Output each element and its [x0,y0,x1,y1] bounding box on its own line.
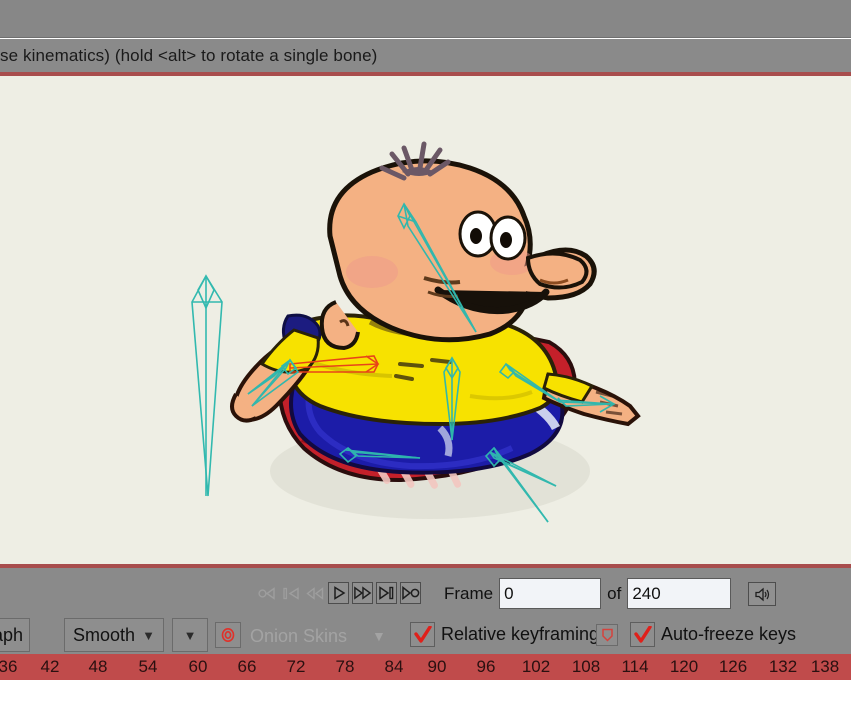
relative-keyframing-checkbox[interactable] [410,622,435,647]
onion-skin-toggle-button[interactable] [215,622,241,648]
timeline-tick: 36 [0,657,18,676]
interpolation-label: Smooth [73,624,136,645]
timeline-tick: 66 [237,657,257,676]
interpolation-extra-dropdown[interactable]: ▼ [172,618,208,652]
loop-play-button[interactable] [400,582,421,604]
go-to-end-button[interactable] [376,582,397,604]
transport-controls [256,582,421,604]
onion-skins-label: Onion Skins [250,626,348,646]
auto-freeze-keys-checkbox-group[interactable]: Auto-freeze keys [630,622,796,647]
status-message: se kinematics) (hold <alt> to rotate a s… [0,45,378,65]
status-bar: se kinematics) (hold <alt> to rotate a s… [0,39,851,72]
right-triangle-circle-icon [402,586,420,600]
timeline-tick: 72 [286,657,306,676]
step-back-button[interactable] [304,582,325,604]
play-triangle-icon [333,586,345,600]
shield-freeze-icon [601,628,613,642]
timeline-tick: 114 [621,657,649,676]
animation-editor-window: se kinematics) (hold <alt> to rotate a s… [0,0,851,728]
loop-to-start-button[interactable] [256,582,277,604]
right-triangle-bar-icon [378,586,393,600]
timeline-tick: 42 [40,657,60,676]
frame-label: Frame [444,583,494,603]
double-left-triangle-icon [305,586,323,600]
auto-freeze-keys-checkbox[interactable] [630,622,655,647]
fast-forward-button[interactable] [352,582,373,604]
circle-left-triangle-icon [257,586,275,600]
character-artwork [191,141,641,523]
auto-freeze-keys-label: Auto-freeze keys [661,624,797,644]
timeline-ruler[interactable]: 36 42 48 54 60 66 72 78 84 90 96 102 108 114 120 126 132… [0,654,851,680]
onion-ring-icon [221,628,235,642]
timeline-tick: 108 [571,657,601,676]
checkmark-icon [413,625,432,643]
timeline-tick: 48 [88,657,108,676]
timeline-tick: 132 [768,657,798,676]
graph-button-label: aph [0,624,23,645]
timeline-tick: 96 [476,657,496,676]
frame-input[interactable]: 0 [499,578,602,609]
frame-controls: Frame 0 of 240 [444,578,732,609]
timeline-tick: 84 [384,657,404,676]
go-to-start-button[interactable] [280,582,301,604]
double-right-triangle-icon [354,586,372,600]
timeline-tick: 102 [521,657,551,676]
relative-keyframing-checkbox-group[interactable]: Relative keyframing [410,622,599,647]
play-button[interactable] [328,582,349,604]
animation-canvas[interactable] [0,76,851,564]
total-frames-input[interactable]: 240 [627,578,732,609]
timeline-tick: 54 [138,657,158,676]
bone-free [191,274,223,497]
timeline-tick: 126 [718,657,748,676]
sound-toggle-button[interactable] [748,582,776,606]
timeline-tick: 138 [810,657,840,676]
top-chrome-bar [0,0,851,38]
interpolation-dropdown[interactable]: Smooth ▼ [64,618,164,652]
relative-keyframing-label: Relative keyframing [441,624,600,644]
graph-button[interactable]: aph [0,618,30,652]
timeline-tick: 60 [188,657,208,676]
freeze-keys-button[interactable] [596,624,618,646]
bar-left-triangle-icon [282,586,299,600]
chevron-down-icon: ▼ [183,627,197,643]
timeline-tick: 120 [669,657,699,676]
of-label: of [607,583,622,603]
chevron-down-icon: ▼ [142,627,155,643]
timeline-tick: 90 [427,657,447,676]
onion-skins-chevron-down-icon: ▼ [372,628,386,644]
timeline-tick: 78 [335,657,355,676]
checkmark-icon [633,625,652,643]
timeline-track-area [0,680,851,728]
speaker-icon [754,587,769,601]
